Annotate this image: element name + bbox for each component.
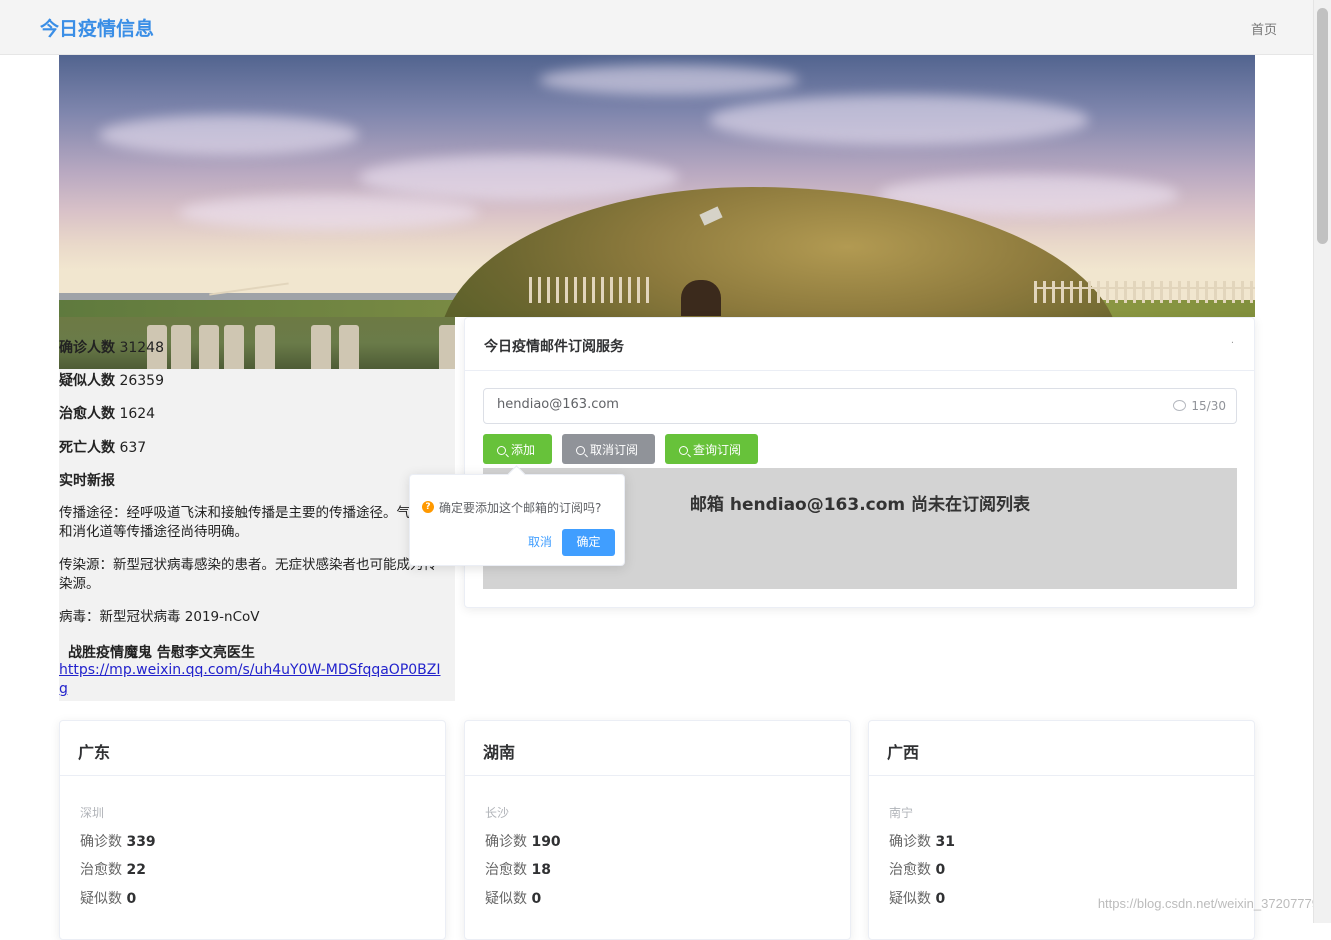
search-icon (497, 446, 506, 455)
province-card-header: 广西 (869, 721, 1254, 776)
stat-suspected-label: 疑似人数 (59, 373, 115, 389)
cancel-subscription-button[interactable]: 取消订阅 (562, 434, 655, 464)
char-count: 15/30 (1191, 399, 1226, 413)
add-subscription-button[interactable]: 添加 (483, 434, 552, 464)
city-cured: 治愈数 0 (889, 859, 945, 879)
city-confirmed: 确诊数 339 (80, 831, 156, 851)
suspected-value: 0 (126, 891, 137, 907)
stat-dead-label: 死亡人数 (59, 440, 115, 456)
stat-cured-value: 1624 (119, 406, 156, 422)
query-button-label: 查询订阅 (693, 443, 742, 457)
city-suspected: 疑似数 0 (80, 888, 136, 908)
city-suspected: 疑似数 0 (485, 888, 541, 908)
chat-bubble-icon (1173, 400, 1186, 411)
page-scrollbar[interactable] (1313, 0, 1331, 923)
subscription-card-header: 今日疫情邮件订阅服务 · (465, 318, 1254, 371)
stat-dead: 死亡人数 637 (59, 437, 146, 457)
top-navbar: 今日疫情信息 首页 (0, 0, 1313, 55)
province-card-header: 湖南 (465, 721, 850, 776)
cured-value: 22 (126, 862, 146, 878)
scrollbar-thumb[interactable] (1317, 8, 1328, 244)
cured-label: 治愈数 (889, 862, 931, 878)
cured-label: 治愈数 (80, 862, 122, 878)
header-dot: · (1230, 338, 1234, 349)
confirmed-label: 确诊数 (889, 834, 931, 850)
subscription-title: 今日疫情邮件订阅服务 (484, 339, 624, 355)
query-subscription-button[interactable]: 查询订阅 (665, 434, 758, 464)
search-icon (576, 446, 585, 455)
city-confirmed: 确诊数 31 (889, 831, 955, 851)
hero-banner-image (59, 55, 1255, 317)
confirmed-value: 190 (531, 834, 561, 850)
add-confirm-popover: ? 确定要添加这个邮箱的订阅吗? 取消 确定 (409, 474, 625, 566)
news-source: 传染源：新型冠状病毒感染的患者。无症状感染者也可能成为传染源。 (59, 557, 437, 592)
stat-confirmed-label: 确诊人数 (59, 340, 115, 356)
email-input[interactable] (497, 397, 1137, 412)
add-button-label: 添加 (511, 443, 536, 457)
stat-confirmed: 确诊人数 31248 (59, 337, 164, 357)
city-confirmed: 确诊数 190 (485, 831, 561, 851)
email-field[interactable]: 15/30 (483, 388, 1237, 424)
stat-cured: 治愈人数 1624 (59, 403, 155, 423)
site-brand[interactable]: 今日疫情信息 (40, 14, 154, 41)
news-headline: 战胜疫情魔鬼 告慰李文亮医生 (68, 645, 255, 661)
suspected-label: 疑似数 (80, 891, 122, 907)
province-name: 湖南 (483, 743, 516, 762)
news-transmission: 传播途径：经呼吸道飞沫和接触传播是主要的传播途径。气溶胶和消化道等传播途径尚待明… (59, 505, 437, 540)
suspected-value: 0 (531, 891, 542, 907)
watermark-text: https://blog.csdn.net/weixin_37207779 (1097, 896, 1319, 911)
province-card-header: 广东 (60, 721, 445, 776)
confirmed-value: 339 (126, 834, 156, 850)
question-icon: ? (422, 501, 434, 513)
search-icon (679, 446, 688, 455)
city-name: 长沙 (485, 806, 510, 820)
suspected-value: 0 (935, 891, 946, 907)
suspected-label: 疑似数 (889, 891, 931, 907)
cancel-button-label: 取消订阅 (590, 443, 639, 457)
cured-label: 治愈数 (485, 862, 527, 878)
news-virus: 病毒：新型冠状病毒 2019-nCoV (59, 609, 260, 625)
suspected-label: 疑似数 (485, 891, 527, 907)
province-card-guangdong: 广东 深圳 确诊数 339 治愈数 22 疑似数 0 (59, 720, 446, 940)
confirmed-label: 确诊数 (80, 834, 122, 850)
city-name: 南宁 (889, 806, 914, 820)
city-cured: 治愈数 22 (80, 859, 146, 879)
nav-home-link[interactable]: 首页 (1251, 19, 1277, 38)
stat-dead-value: 637 (119, 440, 147, 456)
news-article-link[interactable]: https://mp.weixin.qq.com/s/uh4uY0W-MDSfq… (59, 661, 445, 699)
stat-confirmed-value: 31248 (119, 340, 164, 356)
popover-message: 确定要添加这个邮箱的订阅吗? (439, 501, 602, 515)
stat-suspected: 疑似人数 26359 (59, 370, 164, 390)
confirmed-label: 确诊数 (485, 834, 527, 850)
city-cured: 治愈数 18 (485, 859, 551, 879)
province-name: 广西 (887, 743, 920, 762)
news-title-text: 实时新报 (59, 473, 115, 489)
city-name: 深圳 (80, 806, 105, 820)
province-name: 广东 (78, 743, 111, 762)
stat-cured-label: 治愈人数 (59, 406, 115, 422)
confirmed-value: 31 (935, 834, 955, 850)
cured-value: 0 (935, 862, 946, 878)
news-title: 实时新报 (59, 470, 115, 490)
cured-value: 18 (531, 862, 551, 878)
city-suspected: 疑似数 0 (889, 888, 945, 908)
province-card-hunan: 湖南 长沙 确诊数 190 治愈数 18 疑似数 0 (464, 720, 851, 940)
stat-suspected-value: 26359 (119, 373, 164, 389)
popover-cancel-button[interactable]: 取消 (528, 533, 552, 550)
popover-confirm-button[interactable]: 确定 (562, 529, 615, 556)
